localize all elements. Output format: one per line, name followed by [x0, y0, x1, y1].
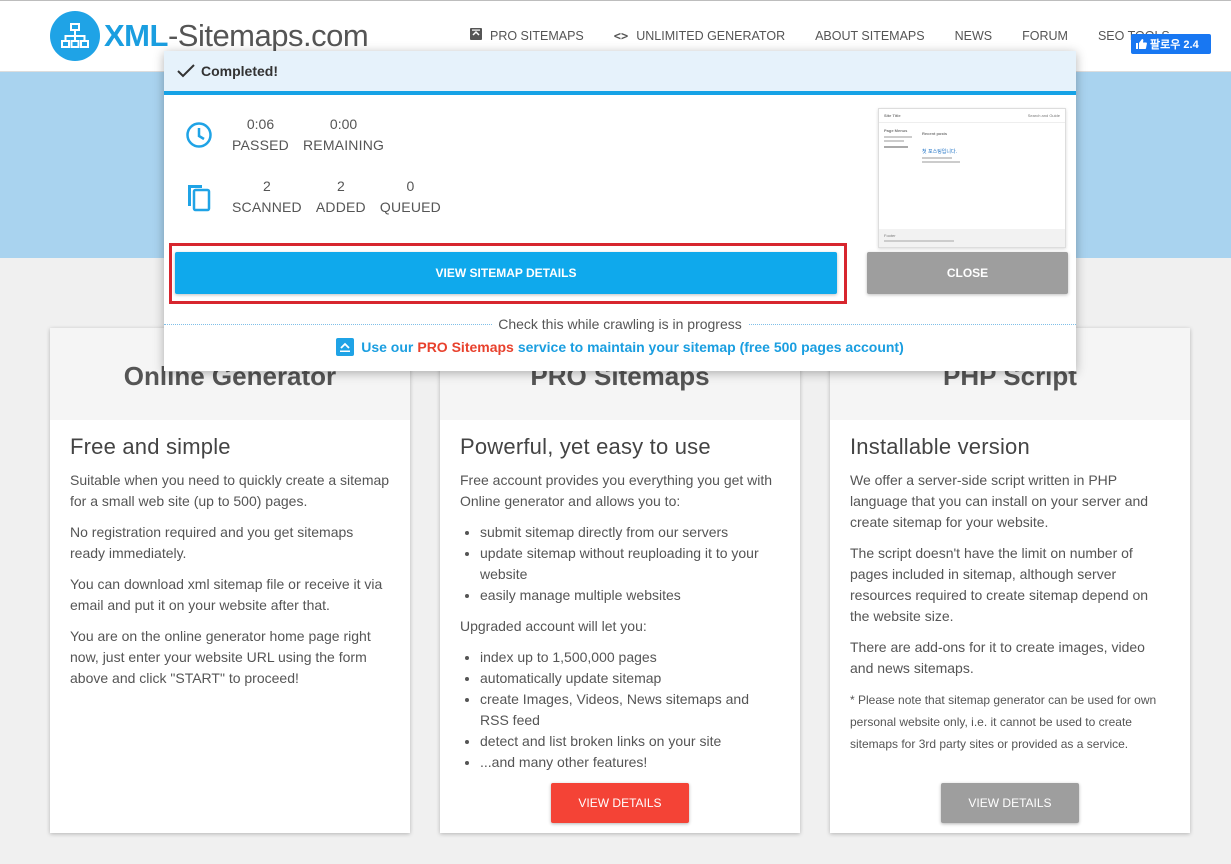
list-item: index up to 1,500,000 pages	[480, 647, 780, 668]
php-view-details-button[interactable]: VIEW DETAILS	[941, 783, 1079, 823]
card-text: There are add-ons for it to create image…	[850, 639, 1145, 676]
list-item: submit sitemap directly from our servers	[480, 522, 780, 543]
card-online-generator: Online Generator Free and simple Suitabl…	[50, 328, 410, 833]
card-subtitle: Free and simple	[70, 434, 231, 459]
stat-remaining: 0:00 REMAINING	[302, 116, 385, 153]
nav-forum[interactable]: FORUM	[1022, 28, 1068, 43]
code-icon: <>	[613, 28, 629, 43]
card-text: Suitable when you need to quickly create…	[70, 472, 390, 509]
card-subtitle: Powerful, yet easy to use	[460, 434, 711, 459]
thumb-section-heading: Recent posts	[922, 131, 948, 136]
facebook-follow-button[interactable]: 팔로우 2.4	[1131, 34, 1211, 54]
pro-view-details-button[interactable]: VIEW DETAILS	[551, 783, 689, 823]
thumb-post-title: 첫 포스팅입니다.	[922, 149, 957, 155]
main-nav: PRO SITEMAPS <> UNLIMITED GENERATOR ABOU…	[470, 28, 1200, 43]
status-text: Completed!	[201, 63, 278, 79]
stat-added: 2 ADDED	[315, 178, 366, 215]
list-item: automatically update sitemap	[480, 668, 780, 689]
modal-header: Completed!	[164, 51, 1076, 95]
crawl-result-modal: Completed! 0:06 PASSED 0:00 REMAINING 2 …	[164, 51, 1076, 371]
view-sitemap-details-button[interactable]: VIEW SITEMAP DETAILS	[175, 252, 837, 294]
thumb-side-heading: Page Menus	[884, 128, 908, 133]
site-preview-thumbnail: Site Title Search and Guide Page Menus R…	[878, 108, 1066, 248]
clock-icon	[186, 122, 212, 148]
logo-text: XML-Sitemaps.com	[104, 18, 369, 53]
nav-about-sitemaps[interactable]: ABOUT SITEMAPS	[815, 28, 925, 43]
list-item: create Images, Videos, News sitemaps and…	[480, 689, 780, 731]
list-item: ...and many other features!	[480, 752, 780, 773]
card-text: We offer a server-side script written in…	[850, 472, 1149, 530]
card-pro-sitemaps: PRO Sitemaps Powerful, yet easy to use F…	[440, 328, 800, 833]
card-text: You can download xml sitemap file or rec…	[70, 576, 383, 613]
copy-pages-icon	[188, 185, 211, 212]
nav-news[interactable]: NEWS	[955, 28, 993, 43]
card-text: Free account provides you everything you…	[460, 472, 773, 509]
card-text: No registration required and you get sit…	[70, 524, 354, 561]
pro-promo-link[interactable]: Use our PRO Sitemaps service to maintain…	[164, 338, 1076, 356]
nav-unlimited-generator[interactable]: <> UNLIMITED GENERATOR	[614, 28, 785, 43]
card-note: * Please note that sitemap generator can…	[850, 693, 1157, 751]
feature-list: submit sitemap directly from our servers…	[480, 522, 780, 606]
stat-passed: 0:06 PASSED	[232, 116, 289, 153]
thumb-footer: Footer	[884, 233, 896, 238]
page-stats: 2 SCANNED 2 ADDED 0 QUEUED	[184, 176, 455, 218]
thumb-search-text: Search and Guide	[1027, 113, 1060, 118]
divider-text: Check this while crawling is in progress	[492, 316, 748, 332]
card-php-script: PHP Script Installable version We offer …	[830, 328, 1190, 833]
card-text: The script doesn't have the limit on num…	[850, 545, 1149, 624]
sitemap-logo-icon	[50, 11, 100, 61]
card-text: You are on the online generator home pag…	[70, 628, 371, 686]
upload-icon	[336, 338, 355, 356]
nav-pro-sitemaps[interactable]: PRO SITEMAPS	[470, 28, 584, 43]
stat-scanned: 2 SCANNED	[232, 178, 302, 215]
card-text: Upgraded account will let you:	[460, 618, 647, 634]
time-stats: 0:06 PASSED 0:00 REMAINING	[184, 114, 398, 156]
stat-queued: 0 QUEUED	[379, 178, 441, 215]
list-item: detect and list broken links on your sit…	[480, 731, 780, 752]
card-subtitle: Installable version	[850, 434, 1030, 459]
checkmark-icon	[177, 64, 195, 78]
thumb-site-title: Site Title	[884, 113, 901, 118]
feature-list: index up to 1,500,000 pages automaticall…	[480, 647, 780, 773]
pro-icon	[470, 28, 482, 43]
list-item: easily manage multiple websites	[480, 585, 780, 606]
thumbs-up-icon	[1136, 39, 1147, 49]
close-button[interactable]: CLOSE	[867, 252, 1068, 294]
list-item: update sitemap without reuploading it to…	[480, 543, 780, 585]
